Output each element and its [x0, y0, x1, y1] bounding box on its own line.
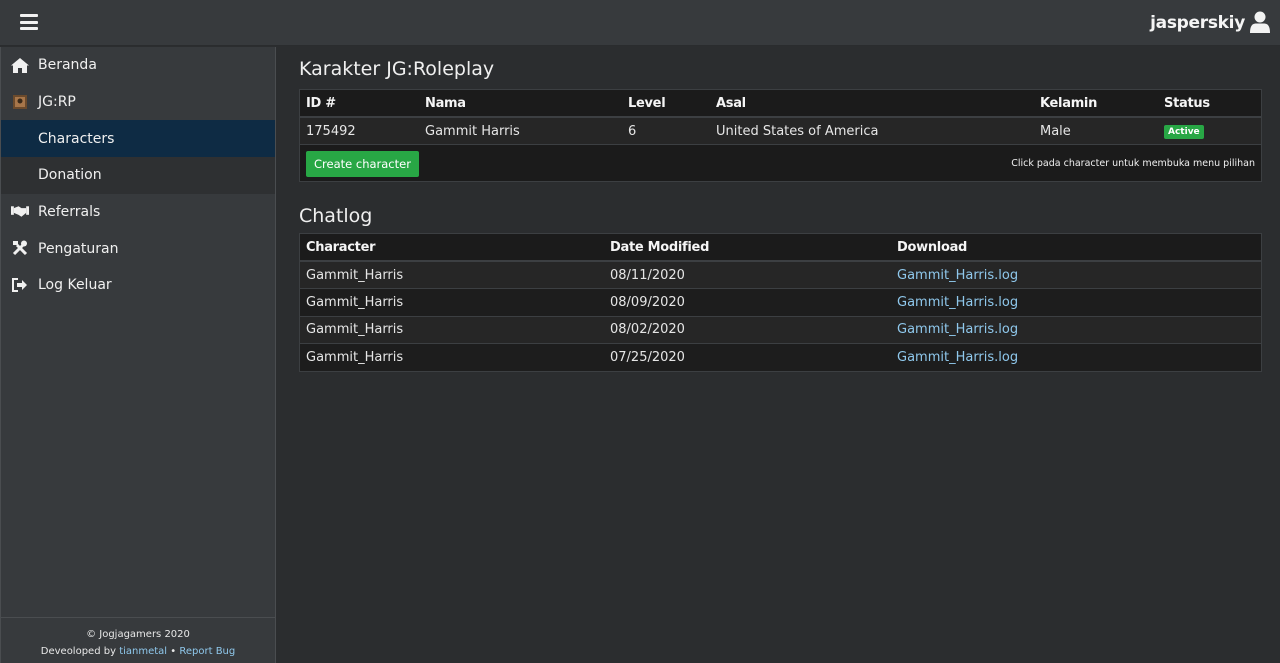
chatlog-panel: Character Date Modified Download Gammit_…	[299, 233, 1262, 372]
copyright-text: © Jogjagamers 2020	[86, 629, 190, 640]
character-status-cell: Active	[1158, 117, 1261, 145]
column-header: Asal	[710, 90, 1034, 118]
column-header: Status	[1158, 90, 1261, 118]
top-bar: jasperskiy	[0, 0, 1280, 46]
tools-icon	[11, 240, 29, 256]
sidebar-footer: © Jogjagamers 2020 Deveoloped by tianmet…	[1, 617, 275, 663]
chatlog-character: Gammit_Harris	[300, 288, 604, 317]
chatlog-character: Gammit_Harris	[300, 343, 604, 372]
sidebar-item-label: Characters	[38, 130, 115, 147]
characters-table: ID # Nama Level Asal Kelamin Status 1754…	[300, 90, 1261, 145]
characters-hint: Click pada character untuk membuka menu …	[1011, 158, 1255, 169]
developed-by-text: Deveoloped by	[40, 646, 116, 657]
download-log-link[interactable]: Gammit_Harris.log	[897, 350, 1018, 365]
home-icon	[11, 57, 29, 73]
chatlog-character: Gammit_Harris	[300, 261, 604, 289]
sidebar-item-label: Log Keluar	[38, 277, 112, 294]
column-header: Level	[622, 90, 710, 118]
sidebar-item-referrals[interactable]: Referrals	[1, 194, 275, 231]
hamburger-menu-icon[interactable]	[20, 14, 40, 32]
character-name: Gammit Harris	[419, 117, 622, 145]
chatlog-date: 08/02/2020	[604, 316, 891, 344]
table-row: Gammit_Harris 07/25/2020 Gammit_Harris.l…	[300, 343, 1261, 372]
sidebar: Beranda JG:RP Characters Donation Referr…	[0, 47, 276, 663]
column-header: Kelamin	[1034, 90, 1158, 118]
sidebar-item-label: Donation	[38, 167, 102, 184]
sidebar-item-characters[interactable]: Characters	[1, 120, 275, 158]
chatlog-table: Character Date Modified Download Gammit_…	[300, 234, 1261, 372]
table-row: Gammit_Harris 08/11/2020 Gammit_Harris.l…	[300, 261, 1261, 289]
footer-separator: •	[170, 646, 177, 657]
table-row: Gammit_Harris 08/09/2020 Gammit_Harris.l…	[300, 288, 1261, 317]
sidebar-item-label: Beranda	[38, 57, 97, 74]
column-header: Date Modified	[604, 234, 891, 262]
table-row: Gammit_Harris 08/02/2020 Gammit_Harris.l…	[300, 316, 1261, 344]
download-log-link[interactable]: Gammit_Harris.log	[897, 295, 1018, 310]
sidebar-item-label: JG:RP	[38, 94, 76, 111]
create-character-button[interactable]: Create character	[306, 151, 419, 177]
sidebar-item-beranda[interactable]: Beranda	[1, 47, 275, 84]
chatlog-date: 07/25/2020	[604, 343, 891, 372]
character-origin: United States of America	[710, 117, 1034, 145]
sidebar-item-jgrp[interactable]: JG:RP	[1, 84, 275, 121]
status-badge: Active	[1164, 125, 1204, 139]
chatlog-date: 08/11/2020	[604, 261, 891, 289]
chatlog-character: Gammit_Harris	[300, 316, 604, 344]
handshake-icon	[11, 204, 29, 220]
characters-panel: ID # Nama Level Asal Kelamin Status 1754…	[299, 89, 1262, 182]
characters-actions: Create character Click pada character un…	[300, 147, 1261, 181]
character-row[interactable]: 175492 Gammit Harris 6 United States of …	[300, 117, 1261, 145]
column-header: Nama	[419, 90, 622, 118]
sidebar-item-log-keluar[interactable]: Log Keluar	[1, 267, 275, 304]
sidebar-item-label: Referrals	[38, 204, 101, 221]
chatlog-date: 08/09/2020	[604, 288, 891, 317]
report-bug-link[interactable]: Report Bug	[179, 646, 235, 657]
character-level: 6	[622, 117, 710, 145]
sidebar-item-label: Pengaturan	[38, 240, 119, 257]
sidebar-item-pengaturan[interactable]: Pengaturan	[1, 230, 275, 267]
column-header: Character	[300, 234, 604, 262]
characters-title: Karakter JG:Roleplay	[299, 58, 495, 80]
username-label[interactable]: jasperskiy	[1150, 13, 1245, 33]
user-icon[interactable]	[1250, 11, 1270, 33]
download-log-link[interactable]: Gammit_Harris.log	[897, 322, 1018, 337]
developer-link[interactable]: tianmetal	[119, 646, 167, 657]
character-id: 175492	[300, 117, 419, 145]
column-header: Download	[891, 234, 1261, 262]
chatlog-title: Chatlog	[299, 205, 373, 227]
sign-out-icon	[11, 277, 29, 293]
sidebar-item-donation[interactable]: Donation	[1, 157, 275, 194]
download-log-link[interactable]: Gammit_Harris.log	[897, 268, 1018, 283]
character-gender: Male	[1034, 117, 1158, 145]
column-header: ID #	[300, 90, 419, 118]
jgrp-logo-icon	[11, 94, 29, 110]
